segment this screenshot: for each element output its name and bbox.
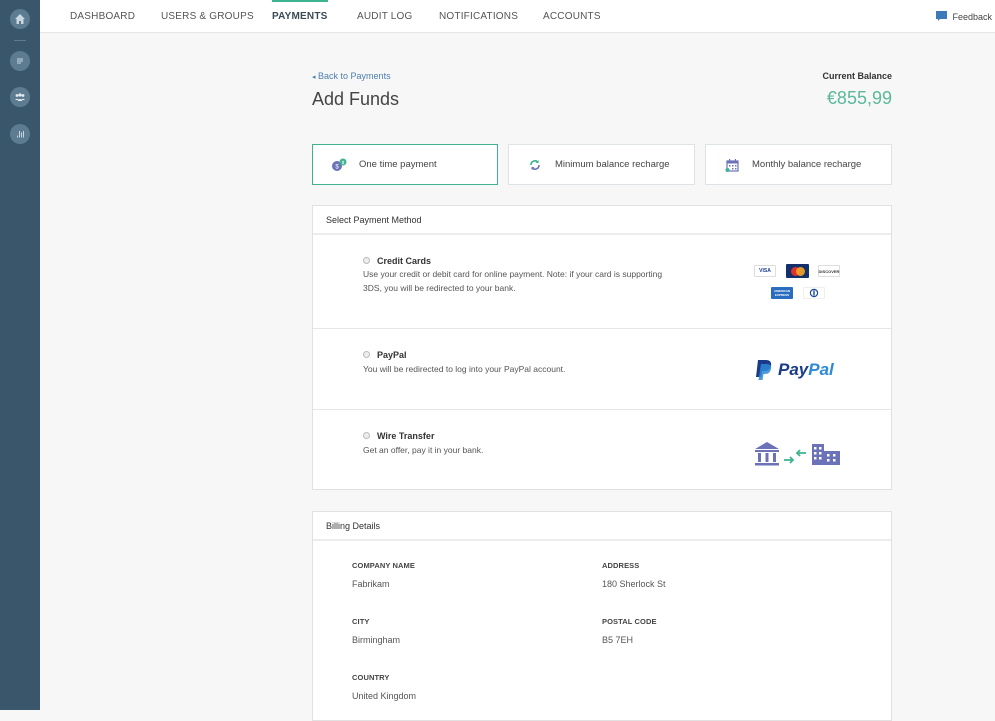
company-name-label: COMPANY NAME [352, 561, 416, 570]
amex-logo: AMERICAN EXPRESS [771, 287, 793, 299]
tab-label: Monthly balance recharge [752, 159, 862, 170]
paypal-logo-pal: Pal [808, 360, 834, 379]
method-description: You will be redirected to log into your … [363, 364, 566, 374]
nav-dashboard[interactable]: DASHBOARD [70, 0, 135, 33]
discover-logo: DISCOVER [818, 265, 840, 277]
paypal-logo-pay: Pay [778, 360, 809, 379]
payment-method-wire-transfer[interactable]: Wire Transfer Get an offer, pay it in yo… [313, 410, 891, 489]
back-to-payments-link[interactable]: ◂ Back to Payments [312, 71, 391, 81]
chart-icon[interactable] [10, 124, 30, 144]
nav-accounts[interactable]: ACCOUNTS [543, 0, 601, 33]
chat-icon[interactable] [10, 51, 30, 71]
feedback-icon [936, 11, 948, 21]
sidebar [0, 0, 40, 710]
paypal-logo: Pay Pal [754, 359, 834, 381]
company-name-value: Fabrikam [352, 579, 390, 589]
postal-code-value: B5 7EH [602, 635, 634, 645]
diners-logo [803, 287, 825, 299]
nav-users-groups[interactable]: USERS & GROUPS [161, 0, 254, 33]
method-title: PayPal [377, 350, 407, 360]
back-link-label: Back to Payments [318, 71, 391, 81]
page-title: Add Funds [312, 89, 400, 109]
address-label: ADDRESS [602, 561, 640, 570]
tab-label: Minimum balance recharge [555, 159, 670, 170]
coins-icon: $ $ [331, 157, 347, 173]
top-nav: DASHBOARD USERS & GROUPS PAYMENTS AUDIT … [40, 0, 995, 33]
nav-payments[interactable]: PAYMENTS [272, 0, 328, 33]
tab-one-time-payment[interactable]: $ $ One time payment [312, 144, 498, 185]
users-icon[interactable] [10, 87, 30, 107]
calendar-icon [724, 157, 740, 173]
payment-method-credit-cards[interactable]: Credit Cards Use your credit or debit ca… [313, 235, 891, 329]
tab-label: One time payment [359, 159, 437, 170]
method-description: Use your credit or debit card for online… [363, 269, 663, 293]
address-value: 180 Sherlock St [602, 579, 666, 589]
city-label: CITY [352, 617, 370, 626]
country-label: COUNTRY [352, 673, 390, 682]
payment-method-panel: Select Payment Method Credit Cards Use y… [312, 205, 892, 490]
method-title: Wire Transfer [377, 431, 435, 441]
postal-code-label: POSTAL CODE [602, 617, 657, 626]
home-icon[interactable] [10, 9, 30, 29]
refresh-icon [527, 157, 543, 173]
current-balance-value: €855,99 [826, 88, 892, 108]
sidebar-divider [14, 40, 26, 41]
visa-logo: VISA [754, 265, 776, 277]
mastercard-logo [786, 264, 809, 278]
wire-transfer-radio[interactable] [363, 432, 370, 439]
current-balance-label: Current Balance [822, 71, 892, 81]
tab-minimum-balance-recharge[interactable]: Minimum balance recharge [508, 144, 695, 185]
tab-monthly-balance-recharge[interactable]: Monthly balance recharge [705, 144, 892, 185]
billing-details-panel: Billing Details COMPANY NAME Fabrikam AD… [312, 511, 892, 721]
billing-details-header: Billing Details [313, 512, 891, 541]
payment-method-paypal[interactable]: PayPal You will be redirected to log int… [313, 329, 891, 410]
country-value: United Kingdom [352, 691, 417, 701]
back-arrow-icon: ◂ [312, 74, 316, 81]
feedback-button[interactable]: Feedback [936, 0, 992, 33]
credit-cards-radio[interactable] [363, 257, 370, 264]
method-title: Credit Cards [377, 256, 432, 266]
paypal-radio[interactable] [363, 351, 370, 358]
nav-notifications[interactable]: NOTIFICATIONS [439, 0, 518, 33]
method-description: Get an offer, pay it in your bank. [363, 445, 484, 455]
feedback-label: Feedback [952, 11, 992, 22]
payment-method-header: Select Payment Method [313, 206, 891, 235]
nav-audit-log[interactable]: AUDIT LOG [357, 0, 413, 33]
wire-transfer-icon [754, 440, 844, 473]
city-value: Birmingham [352, 635, 401, 645]
